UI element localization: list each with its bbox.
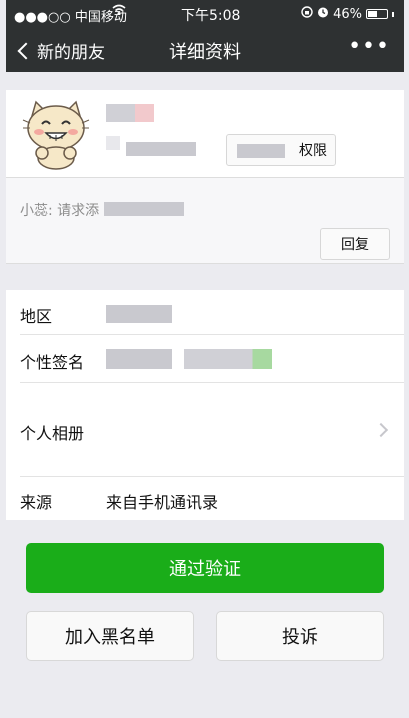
page-title: 详细资料	[169, 42, 241, 63]
friend-request-card: 小蕊: 请求添 回复	[6, 178, 404, 264]
blurred-meta	[106, 136, 120, 150]
profile-card: 权限	[6, 90, 404, 178]
status-right: 46%	[301, 6, 394, 22]
permission-label: 权限	[299, 143, 327, 159]
blurred-region	[106, 305, 172, 323]
signature-row: 个性签名	[20, 335, 404, 383]
battery-percent: 46%	[333, 6, 362, 22]
app-frame: ●●●○○ 中国移动 下午5:08 46% 新的朋友 详细资料 ••• 权限 小…	[6, 0, 404, 718]
source-label: 来源	[20, 493, 53, 512]
status-bar: ●●●○○ 中国移动 下午5:08 46%	[6, 0, 404, 28]
alarm-icon	[317, 6, 329, 22]
clock: 下午5:08	[181, 8, 241, 24]
blurred-signature-1	[106, 349, 172, 369]
source-value: 来自手机通讯录	[106, 493, 219, 512]
blacklist-button[interactable]: 加入黑名单	[26, 611, 194, 661]
permission-button[interactable]: 权限	[226, 134, 336, 166]
report-button[interactable]: 投诉	[216, 611, 384, 661]
signature-label: 个性签名	[20, 353, 85, 372]
info-section: 地区 个性签名 个人相册 来源 来自手机通讯录	[6, 290, 404, 520]
rotation-lock-icon	[301, 6, 313, 22]
blurred-nickname	[106, 104, 154, 122]
reply-button[interactable]: 回复	[320, 228, 390, 260]
avatar[interactable]	[20, 98, 92, 170]
blurred-signature-2	[184, 349, 272, 369]
approve-button[interactable]: 通过验证	[26, 543, 384, 593]
request-message: 小蕊: 请求添	[20, 203, 100, 219]
battery-icon	[366, 9, 388, 19]
region-row: 地区	[20, 290, 404, 335]
carrier-label: ●●●○○ 中国移动	[14, 10, 127, 25]
navigation-bar: 新的朋友 详细资料 •••	[6, 28, 404, 72]
source-row: 来源 来自手机通讯录	[20, 477, 404, 520]
chevron-right-icon	[373, 422, 389, 438]
more-button[interactable]: •••	[348, 34, 390, 59]
wifi-icon	[112, 4, 126, 20]
album-label: 个人相册	[20, 424, 85, 443]
region-label: 地区	[20, 307, 53, 326]
blurred-wechat-id	[126, 142, 196, 156]
album-row[interactable]: 个人相册	[20, 383, 404, 477]
blurred-request-text	[104, 202, 184, 216]
cat-avatar-icon	[22, 100, 90, 170]
